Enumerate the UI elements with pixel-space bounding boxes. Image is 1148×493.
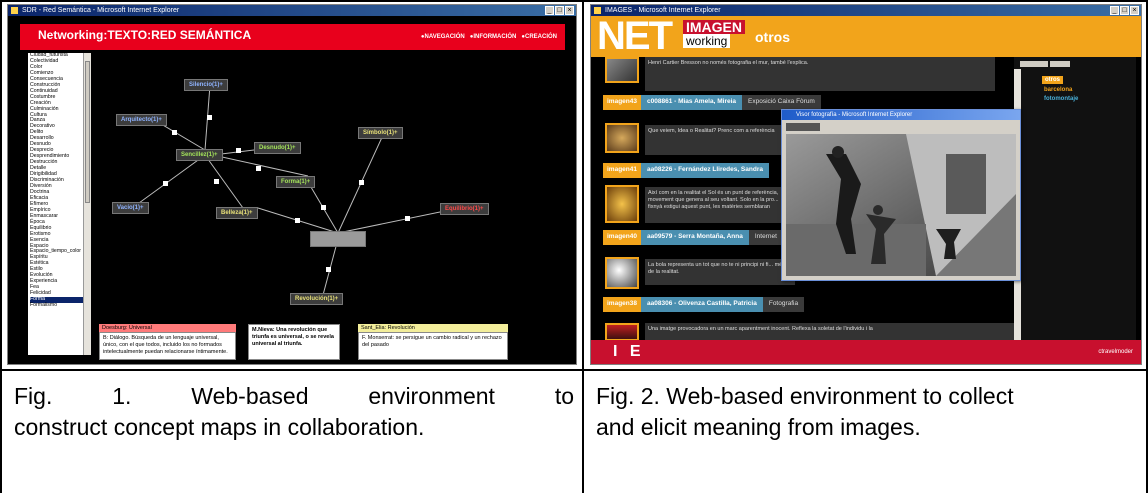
entry-source: Exposició Caixa Fòrum	[742, 95, 821, 110]
footer-logo: I E	[613, 343, 645, 360]
entry-author[interactable]: aa09579 - Serra Montaña, Anna	[641, 230, 749, 245]
entry-author[interactable]: aa08306 - Olivenza Castilla, Patricia	[641, 297, 763, 312]
concept-node-simbolo[interactable]: Símbolo(1)+	[358, 127, 403, 139]
entry-header: imagen38 aa08306 - Olivenza Castilla, Pa…	[603, 297, 805, 312]
info-box-header: Sant_Elia: Revolución	[358, 324, 508, 332]
info-box-body: M.Nieva: Una revolución que triunfa es u…	[248, 324, 340, 360]
info-box-header: Doesburg: Universal	[99, 324, 236, 332]
entry-author[interactable]: aa08226 - Fernández Lliredes, Sandra	[641, 163, 769, 178]
link-handle[interactable]	[172, 130, 177, 135]
entry-text: Una imatge provocadora en un marc aparen…	[645, 323, 1045, 341]
entry-source: Fotografia	[762, 297, 805, 312]
entry-text: La bola representa un tot que no te ni p…	[645, 259, 795, 285]
entry-author[interactable]: c008861 - Mias Amela, Mireia	[641, 95, 743, 110]
concept-node-desnudo[interactable]: Desnudo(1)+	[254, 142, 301, 154]
entry-source: Internet	[748, 230, 783, 245]
link-sencillez-vacio	[138, 154, 206, 204]
concept-node-revolucion[interactable]: Revolución(1)+	[290, 293, 344, 305]
popup-title: Visor fotografía - Microsoft Internet Ex…	[782, 110, 1020, 120]
popup-toolbar[interactable]	[786, 123, 820, 131]
entry-thumbnail[interactable]	[605, 57, 639, 83]
caption-line: construct concept maps in collaboration.	[14, 414, 425, 440]
maximize-icon[interactable]: □	[1120, 6, 1129, 15]
logo-imagen: IMAGEN	[683, 20, 745, 34]
concept-node-sencillez[interactable]: Sencillez(1)+	[176, 149, 223, 161]
caption-line: Fig. 2. Web-based environment to collect	[596, 383, 1014, 409]
figure-2-caption: Fig. 2. Web-based environment to collect…	[596, 381, 1144, 443]
entry-header: imagen40 aa09579 - Serra Montaña, Anna I…	[603, 230, 783, 245]
concept-node-vacio[interactable]: Vacío(1)+	[112, 202, 149, 214]
table-border-middle	[582, 0, 584, 493]
link-handle[interactable]	[214, 179, 219, 184]
info-box-2: M.Nieva: Una revolución que triunfa es u…	[248, 324, 340, 360]
side-item-barcelona[interactable]: barcelona	[1044, 87, 1072, 93]
entry-header: imagen43 c008861 - Mias Amela, Mireia Ex…	[603, 95, 821, 110]
concept-node-arquitecto[interactable]: Arquitecto(1)+	[116, 114, 167, 126]
screenshot-concept-map: SDR - Red Semántica - Microsoft Internet…	[7, 4, 577, 365]
header-band	[591, 16, 1141, 49]
side-panel: otros barcelona fotomontaje	[1014, 57, 1136, 340]
footer-text: ctravelmoder	[1098, 349, 1133, 355]
link-handle[interactable]	[359, 180, 364, 185]
link-handle[interactable]	[295, 218, 300, 223]
figure-1-caption: Fig. 1. Web-based environment to constru…	[14, 381, 574, 443]
side-item-otros[interactable]: otros	[1042, 76, 1063, 84]
photo-image	[786, 134, 1016, 276]
info-box-1: Doesburg: Universal B: Diálogo. Búsqueda…	[99, 324, 236, 360]
side-panel-control[interactable]	[1050, 61, 1070, 67]
entry-thumbnail[interactable]	[605, 257, 639, 289]
entry-tag[interactable]: imagen40	[603, 230, 641, 245]
concept-node-belleza[interactable]: Belleza(1)+	[216, 207, 258, 219]
footer-bar: I E ctravelmoder	[591, 340, 1141, 364]
caption-line: and elicit meaning from images.	[596, 414, 921, 440]
entry-thumbnail[interactable]	[605, 323, 639, 341]
entry-tag[interactable]: imagen41	[603, 163, 641, 178]
link-handle[interactable]	[207, 115, 212, 120]
entry-header: imagen41 aa08226 - Fernández Lliredes, S…	[603, 163, 769, 178]
screenshot-image-environment: IMAGES - Microsoft Internet Explorer _ □…	[590, 4, 1142, 365]
link-sencillez-belleza	[204, 154, 244, 209]
link-handle[interactable]	[326, 267, 331, 272]
side-item-fotomontaje[interactable]: fotomontaje	[1044, 96, 1078, 102]
link-handle[interactable]	[405, 216, 410, 221]
link-handle[interactable]	[321, 205, 326, 210]
window-titlebar: IMAGES - Microsoft Internet Explorer _ □…	[591, 5, 1141, 16]
ie-icon	[594, 7, 601, 14]
info-box-3: Sant_Elia: Revolución F. Monserrat: se p…	[358, 324, 508, 360]
entry-thumbnail[interactable]	[605, 123, 639, 153]
caption-line: Fig. 1. Web-based environment to	[14, 383, 574, 409]
entry-tag[interactable]: imagen43	[603, 95, 641, 110]
info-box-body: F. Monserrat: se persigue un cambio radi…	[358, 332, 508, 360]
entry-text: Així com en la realitat el Sol és un pun…	[645, 187, 795, 223]
entry-tag[interactable]: imagen38	[603, 297, 641, 312]
concept-node-silencio[interactable]: Silencio(1)+	[184, 79, 228, 91]
window-title: IMAGES - Microsoft Internet Explorer	[605, 7, 721, 14]
table-border-top	[0, 0, 1148, 2]
window-controls: _ □ ×	[1110, 6, 1139, 15]
side-panel-control[interactable]	[1020, 61, 1048, 67]
header-band-lower	[591, 49, 1141, 57]
info-box-body: B: Diálogo. Búsqueda de un lenguaje univ…	[99, 332, 236, 360]
link-handle[interactable]	[163, 181, 168, 186]
table-border-left	[0, 0, 2, 493]
concept-node-equilibrio[interactable]: Equilibrio(1)+	[440, 203, 489, 215]
link-handle[interactable]	[236, 148, 241, 153]
logo-working: working	[683, 34, 731, 48]
table-border-row	[0, 369, 1148, 371]
photo-viewer-popup[interactable]: Visor fotografía - Microsoft Internet Ex…	[781, 109, 1021, 281]
logo-otros: otros	[755, 29, 790, 45]
concept-node-forma[interactable]: Forma(1)+	[276, 176, 316, 188]
link-handle[interactable]	[256, 166, 261, 171]
minimize-icon[interactable]: _	[1110, 6, 1119, 15]
entry-thumbnail[interactable]	[605, 185, 639, 223]
figure-table: SDR - Red Semántica - Microsoft Internet…	[0, 0, 1148, 493]
entry-text: Henri Cartier Bresson no només fotografi…	[645, 57, 995, 91]
close-icon[interactable]: ×	[1130, 6, 1139, 15]
concept-node-center[interactable]	[310, 231, 366, 247]
